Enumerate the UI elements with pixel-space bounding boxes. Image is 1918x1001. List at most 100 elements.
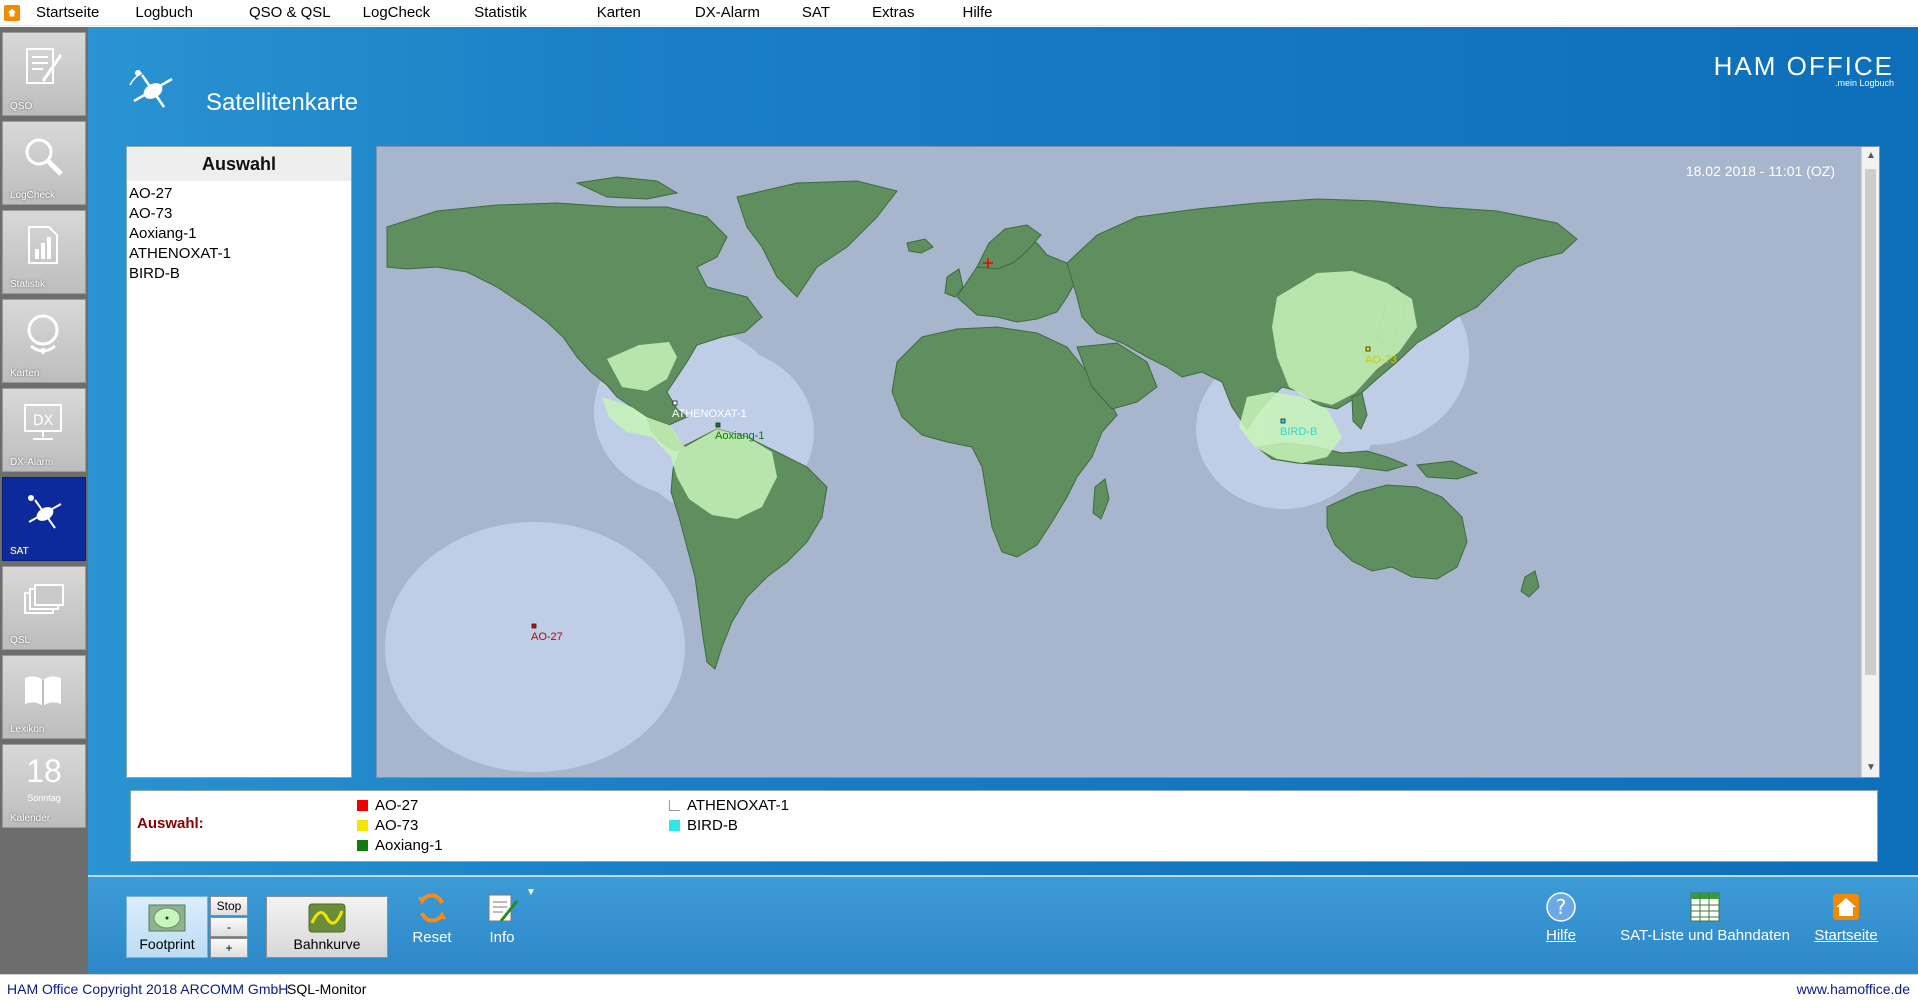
sql-monitor-text[interactable]: SQL-Monitor <box>287 981 366 997</box>
home-icon[interactable] <box>4 4 20 21</box>
left-navigation: QSO LogCheck Statistik Karten DX DX-Alar… <box>0 27 88 974</box>
menu-logbuch[interactable]: Logbuch <box>135 4 193 21</box>
menu-sat[interactable]: SAT <box>802 4 830 21</box>
sat-liste-button[interactable]: SAT-Liste und Bahndaten <box>1616 891 1794 944</box>
page-title: Satellitenkarte <box>206 89 359 116</box>
satellite-list-item[interactable]: Aoxiang-1 <box>129 224 349 244</box>
footprint-icon <box>148 904 186 932</box>
reset-label: Reset <box>412 929 452 946</box>
nav-dx-alarm-label: DX-Alarm <box>10 457 54 468</box>
hilfe-button[interactable]: ? Hilfe <box>1538 891 1584 944</box>
info-label: Info <box>489 929 515 946</box>
main-panel: Satellitenkarte HAM OFFICE .mein Logbuch… <box>88 27 1918 974</box>
satellite-marker <box>1365 346 1371 352</box>
legend-label: ATHENOXAT-1 <box>687 797 789 814</box>
svg-text:?: ? <box>1556 895 1567 919</box>
satellite-marker <box>672 400 678 406</box>
reset-button[interactable]: Reset <box>404 891 460 946</box>
satellite-marker <box>715 422 721 428</box>
nav-qso-button[interactable]: QSO <box>2 32 86 116</box>
satellite-marker <box>531 623 537 629</box>
satellite-marker-label: AO-73 <box>1365 354 1397 366</box>
satellite-list-item[interactable]: AO-73 <box>129 204 349 224</box>
legend-panel: Auswahl: AO-27 AO-73 Aoxiang-1 ATHENOXAT… <box>130 790 1878 862</box>
satellite-marker-label: BIRD-B <box>1280 426 1317 438</box>
reset-refresh-icon <box>418 893 446 923</box>
satellite-map[interactable]: AO-27 ATHENOXAT-1 Aoxiang-1 AO-73 BIRD-B 18.… <box>376 146 1880 778</box>
legend-item-ao-27: AO-27 <box>357 797 418 814</box>
minus-button[interactable]: - <box>210 917 248 937</box>
bottom-toolbar: Footprint Stop - + Bahnkurve Reset Info … <box>88 875 1918 974</box>
satellite-list-item[interactable]: ATHENOXAT-1 <box>129 244 349 264</box>
book-icon <box>25 676 61 706</box>
nav-statistik-label: Statistik <box>10 279 46 290</box>
nav-statistik-button[interactable]: Statistik <box>2 210 86 294</box>
qsl-cards-icon <box>24 584 64 614</box>
calendar-weekday: Sonntag <box>27 793 61 803</box>
magnifier-icon <box>25 138 63 176</box>
startseite-label: Startseite <box>1814 927 1878 944</box>
menu-hilfe[interactable]: Hilfe <box>963 4 993 21</box>
startseite-button[interactable]: Startseite <box>1808 891 1884 944</box>
orbit-curve-icon <box>308 903 346 933</box>
satellite-header-icon <box>129 70 173 108</box>
dx-glyph-text: DX <box>33 413 54 429</box>
scroll-up-icon[interactable]: ▲ <box>1862 147 1879 165</box>
sat-liste-label: SAT-Liste und Bahndaten <box>1620 927 1790 944</box>
info-button[interactable]: Info <box>476 891 528 946</box>
menu-logcheck[interactable]: LogCheck <box>363 4 431 21</box>
legend-label: Aoxiang-1 <box>375 837 443 854</box>
nav-qsl-button[interactable]: QSL <box>2 566 86 650</box>
nav-dx-alarm-button[interactable]: DX DX-Alarm <box>2 388 86 472</box>
nav-sat-button[interactable]: SAT <box>2 477 86 561</box>
scroll-down-icon[interactable]: ▼ <box>1862 759 1879 777</box>
satellite-list-item[interactable]: AO-27 <box>129 184 349 204</box>
info-dropdown-icon[interactable]: ▼ <box>526 887 536 898</box>
nav-kalender-button[interactable]: 18 Sonntag Kalender <box>2 744 86 828</box>
menu-statistik[interactable]: Statistik <box>474 4 527 21</box>
nav-logcheck-label: LogCheck <box>10 190 56 201</box>
scroll-thumb[interactable] <box>1865 169 1876 675</box>
legend-item-athenoxat-1: ATHENOXAT-1 <box>669 797 789 814</box>
website-link[interactable]: www.hamoffice.de <box>1797 981 1910 997</box>
table-list-icon <box>1690 892 1720 922</box>
menu-karten[interactable]: Karten <box>597 4 641 21</box>
selection-title: Auswahl <box>127 147 351 181</box>
legend-title: Auswahl: <box>137 815 204 832</box>
stop-button[interactable]: Stop <box>210 896 248 916</box>
menu-startseite[interactable]: Startseite <box>36 4 99 21</box>
nav-lexikon-label: Lexikon <box>10 724 45 735</box>
menu-qso-qsl[interactable]: QSO & QSL <box>249 4 331 21</box>
satellite-icon <box>28 495 62 529</box>
nav-lexikon-button[interactable]: Lexikon <box>2 655 86 739</box>
bahnkurve-label: Bahnkurve <box>293 936 361 952</box>
legend-swatch <box>357 800 368 811</box>
legend-swatch <box>669 800 680 811</box>
footprint-ao-27 <box>385 522 685 772</box>
menu-extras[interactable]: Extras <box>872 4 915 21</box>
nav-qso-label: QSO <box>10 101 33 112</box>
nav-qsl-label: QSL <box>10 635 31 646</box>
bahnkurve-button[interactable]: Bahnkurve <box>266 896 388 958</box>
nav-karten-button[interactable]: Karten <box>2 299 86 383</box>
legend-swatch <box>669 820 680 831</box>
footprint-button[interactable]: Footprint <box>126 896 208 958</box>
statistics-chart-icon <box>28 226 58 264</box>
menu-dx-alarm[interactable]: DX-Alarm <box>695 4 760 21</box>
world-map: AO-27 ATHENOXAT-1 Aoxiang-1 AO-73 BIRD-B <box>377 147 1863 777</box>
legend-label: AO-73 <box>375 817 419 834</box>
nav-logcheck-button[interactable]: LogCheck <box>2 121 86 205</box>
map-scrollbar[interactable]: ▲ ▼ <box>1861 147 1879 777</box>
satellite-selection-panel: Auswahl AO-27 AO-73 Aoxiang-1 ATHENOXAT-… <box>126 146 352 778</box>
nav-karten-label: Karten <box>10 368 40 379</box>
satellite-marker <box>1280 418 1286 424</box>
copyright-text: HAM Office Copyright 2018 ARCOMM GmbH <box>7 981 289 997</box>
satellite-marker-label: Aoxiang-1 <box>715 430 765 442</box>
hilfe-label: Hilfe <box>1545 927 1576 944</box>
satellite-list-item[interactable]: BIRD-B <box>129 264 349 284</box>
satellite-marker-label: AO-27 <box>531 631 563 643</box>
plus-button[interactable]: + <box>210 938 248 958</box>
map-timestamp: 18.02 2018 - 11:01 (OZ) <box>1685 163 1835 179</box>
dx-monitor-icon: DX <box>24 404 62 440</box>
legend-swatch <box>357 840 368 851</box>
